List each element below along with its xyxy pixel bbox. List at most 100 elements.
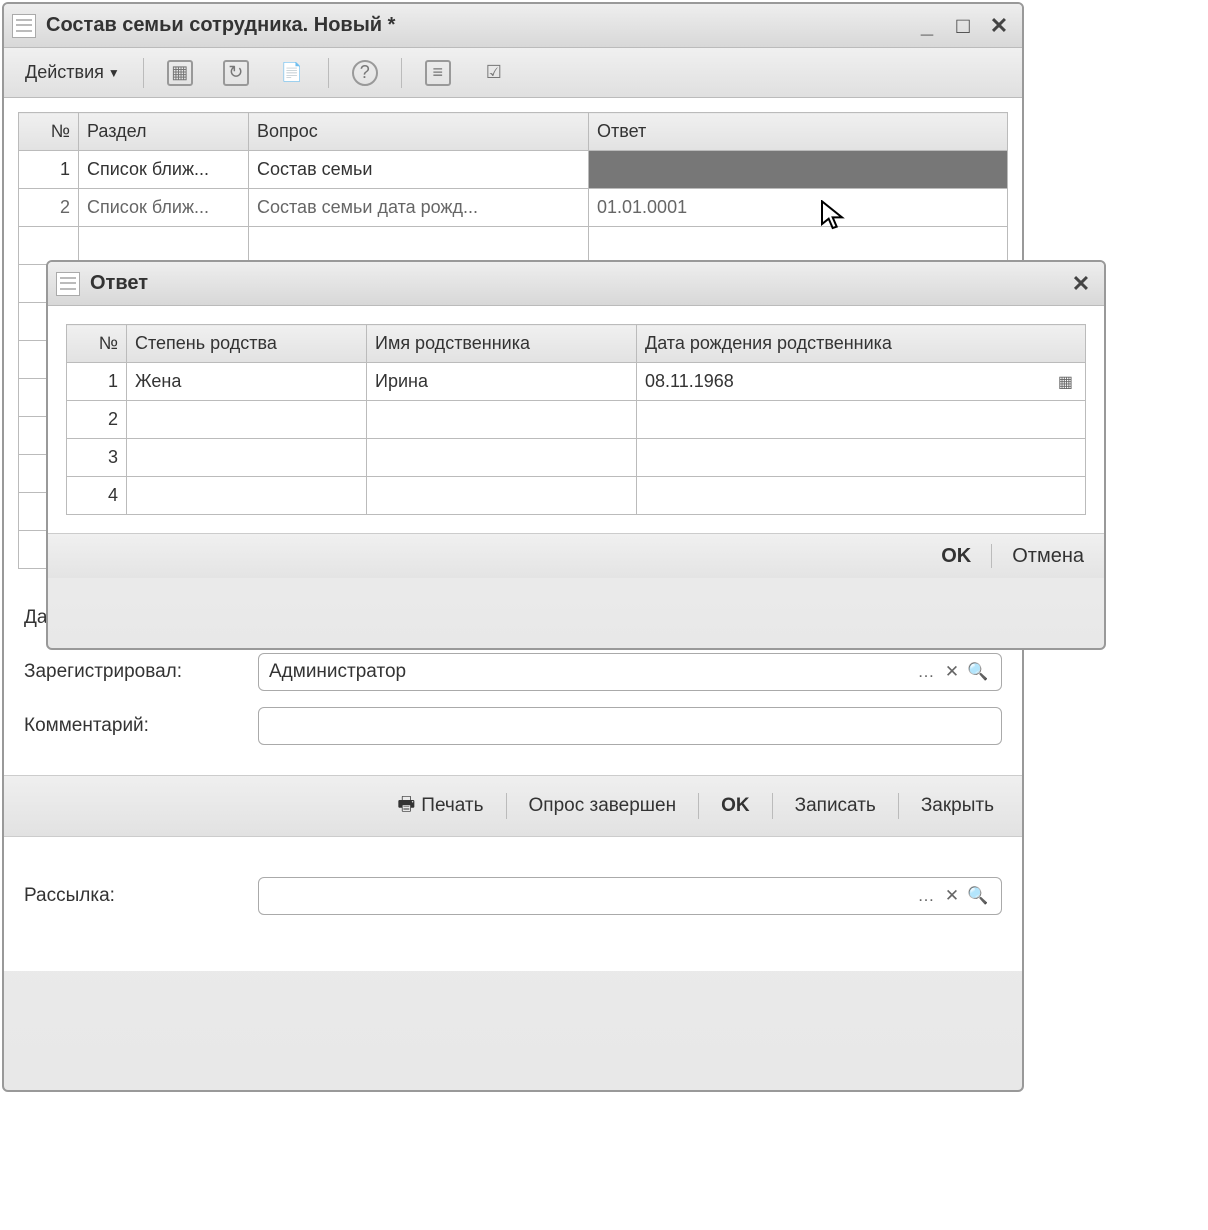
relatives-row[interactable]: 3 [67, 439, 1086, 477]
calendar-icon[interactable]: ▦ [1058, 372, 1073, 392]
toolbar-btn-1[interactable]: ▦ [156, 55, 204, 91]
toolbar-btn-4[interactable]: ≡ [414, 55, 462, 91]
col-section[interactable]: Раздел [79, 113, 249, 151]
toolbar-btn-5[interactable]: ☑ [470, 55, 518, 91]
select-icon[interactable]: … [913, 886, 939, 906]
cell-name[interactable] [367, 401, 637, 439]
cell-section: Список ближ... [79, 151, 249, 189]
cell-name[interactable]: Ирина [367, 363, 637, 401]
dialog-titlebar: Ответ ✕ [48, 262, 1104, 306]
save-button[interactable]: Записать [783, 791, 888, 821]
main-toolbar: Действия ▼ ▦ ↻ 📄 ? ≡ ☑ [4, 48, 1022, 98]
comment-label: Комментарий: [24, 715, 244, 737]
mailing-section: Рассылка: … ✕ 🔍 [4, 837, 1022, 971]
survey-done-button[interactable]: Опрос завершен [517, 791, 689, 821]
actions-menu[interactable]: Действия ▼ [14, 55, 131, 91]
col-dob[interactable]: Дата рождения родственника [637, 325, 1086, 363]
select-icon[interactable]: … [913, 662, 939, 682]
clear-icon[interactable]: ✕ [939, 662, 965, 682]
grid-row[interactable]: 2 Список ближ... Состав семьи дата рожд.… [19, 189, 1008, 227]
col-relname[interactable]: Имя родственника [367, 325, 637, 363]
col-question[interactable]: Вопрос [249, 113, 589, 151]
separator [143, 58, 144, 88]
separator [401, 58, 402, 88]
cell-question: Состав семьи дата рожд... [249, 189, 589, 227]
checklist-icon: ☑ [481, 60, 507, 86]
cell-answer-selected[interactable] [589, 151, 1008, 189]
minimize-button[interactable]: _ [912, 14, 942, 38]
clear-icon[interactable]: ✕ [939, 886, 965, 906]
grid-row[interactable]: 1 Список ближ... Состав семьи [19, 151, 1008, 189]
grid-row-empty[interactable] [19, 227, 1008, 265]
col-relation[interactable]: Степень родства [127, 325, 367, 363]
cell-dob[interactable] [637, 439, 1086, 477]
maximize-button[interactable]: □ [948, 14, 978, 38]
toolbar-btn-3[interactable]: 📄 [268, 55, 316, 91]
button-bar: 🖶 Печать Опрос завершен OK Записать Закр… [4, 775, 1022, 837]
separator [328, 58, 329, 88]
cell-relation[interactable] [127, 477, 367, 515]
cell-relation[interactable]: Жена [127, 363, 367, 401]
table-icon: ▦ [167, 60, 193, 86]
cell-num: 2 [67, 401, 127, 439]
comment-field[interactable] [258, 707, 1002, 745]
cell-dob[interactable] [637, 477, 1086, 515]
actions-label: Действия [25, 62, 104, 83]
cell-num: 1 [19, 151, 79, 189]
relatives-grid: № Степень родства Имя родственника Дата … [66, 324, 1086, 515]
copy-icon: 📄 [279, 60, 305, 86]
main-titlebar: Состав семьи сотрудника. Новый * _ □ ✕ [4, 4, 1022, 48]
cell-relation[interactable] [127, 401, 367, 439]
refresh-icon: ↻ [223, 60, 249, 86]
col-answer[interactable]: Ответ [589, 113, 1008, 151]
toolbar-btn-2[interactable]: ↻ [212, 55, 260, 91]
col-num[interactable]: № [67, 325, 127, 363]
divider [506, 793, 507, 819]
close-button[interactable]: ✕ [984, 14, 1014, 38]
cell-dob[interactable] [637, 401, 1086, 439]
dialog-title: Ответ [90, 272, 1066, 295]
divider [991, 544, 992, 568]
cell-question: Состав семьи [249, 151, 589, 189]
cell-name[interactable] [367, 439, 637, 477]
cell-name[interactable] [367, 477, 637, 515]
divider [698, 793, 699, 819]
cell-answer: 01.01.0001 [589, 189, 1008, 227]
divider [772, 793, 773, 819]
cell-dob[interactable]: 08.11.1968 ▦ [637, 363, 1086, 401]
cell-num: 2 [19, 189, 79, 227]
cell-num: 3 [67, 439, 127, 477]
dialog-close-button[interactable]: ✕ [1066, 272, 1096, 296]
dialog-cancel-button[interactable]: Отмена [1012, 545, 1084, 568]
relatives-row[interactable]: 4 [67, 477, 1086, 515]
search-icon[interactable]: 🔍 [965, 886, 991, 906]
ok-button[interactable]: OK [709, 791, 762, 821]
print-label: Печать [421, 795, 483, 817]
cell-relation[interactable] [127, 439, 367, 477]
divider [898, 793, 899, 819]
print-icon: 🖶 [397, 790, 415, 822]
toolbar-help[interactable]: ? [341, 55, 389, 91]
registered-by-value: Администратор [269, 661, 913, 683]
search-icon[interactable]: 🔍 [965, 662, 991, 682]
dialog-ok-button[interactable]: OK [941, 545, 971, 568]
document-icon [12, 14, 36, 38]
answer-dialog: Ответ ✕ № Степень родства Имя родственни… [46, 260, 1106, 650]
col-num[interactable]: № [19, 113, 79, 151]
chevron-down-icon: ▼ [108, 66, 120, 80]
relatives-row[interactable]: 2 [67, 401, 1086, 439]
cell-num: 4 [67, 477, 127, 515]
relatives-row[interactable]: 1 Жена Ирина 08.11.1968 ▦ [67, 363, 1086, 401]
print-button[interactable]: 🖶 Печать [385, 786, 495, 826]
registered-by-field[interactable]: Администратор … ✕ 🔍 [258, 653, 1002, 691]
cell-num: 1 [67, 363, 127, 401]
dob-value: 08.11.1968 [645, 371, 734, 392]
list-icon: ≡ [425, 60, 451, 86]
dialog-footer: OK Отмена [48, 533, 1104, 578]
mailing-field[interactable]: … ✕ 🔍 [258, 877, 1002, 915]
registered-by-label: Зарегистрировал: [24, 661, 244, 683]
document-icon [56, 272, 80, 296]
close-form-button[interactable]: Закрыть [909, 791, 1006, 821]
dialog-content: № Степень родства Имя родственника Дата … [48, 306, 1104, 533]
cell-section: Список ближ... [79, 189, 249, 227]
